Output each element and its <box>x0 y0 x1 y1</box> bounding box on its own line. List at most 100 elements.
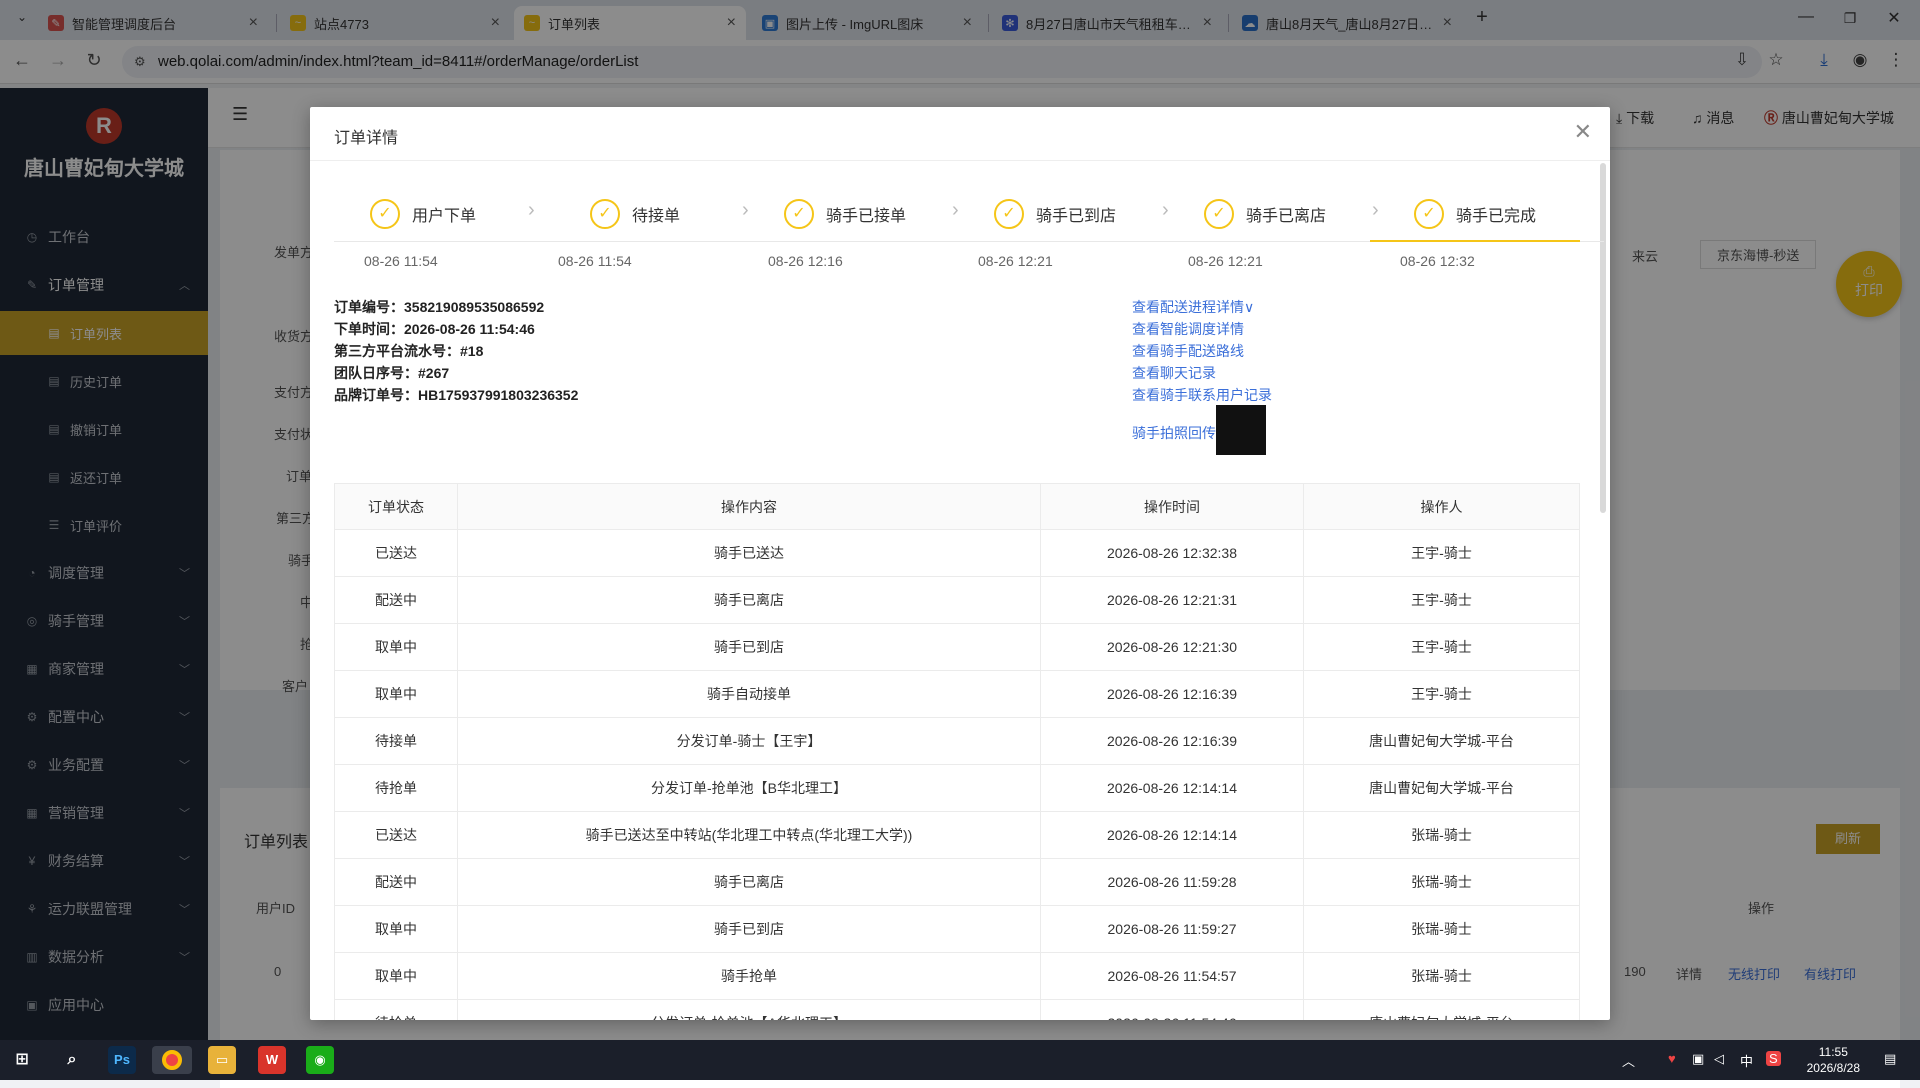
operator-cell: 张瑞-骑士 <box>1303 905 1580 953</box>
rider-contact-log-link[interactable]: 查看骑手联系用户记录 <box>1132 385 1272 405</box>
volume-icon[interactable]: ◁ <box>1714 1051 1724 1067</box>
operator-cell: 唐山曹妃甸大学城-平台 <box>1303 764 1580 812</box>
windows-taskbar: ⊞ ⌕ Ps ▭ W ◉ ︿ ♥ ▣ ◁ 中 S 11:55 2026/8/28… <box>0 1040 1920 1080</box>
check-circle-icon: ✓ <box>370 199 400 229</box>
brand-order-number: 品牌订单号：HB175937991803236352 <box>334 387 579 403</box>
operator-cell: 张瑞-骑士 <box>1303 952 1580 1000</box>
rider-route-link[interactable]: 查看骑手配送路线 <box>1132 341 1244 361</box>
photoshop-icon[interactable]: Ps <box>108 1046 136 1074</box>
status-cell: 待抢单 <box>334 999 458 1020</box>
step-time: 08-26 12:32 <box>1400 253 1475 269</box>
table-row: 取单中 骑手已到店 2026-08-26 12:21:30 王宇-骑士 <box>334 623 1580 671</box>
close-icon[interactable]: ✕ <box>1574 119 1592 145</box>
chevron-right-icon: › <box>528 199 535 221</box>
table-row: 取单中 骑手已到店 2026-08-26 11:59:27 张瑞-骑士 <box>334 905 1580 953</box>
operation-log-table: 订单状态 操作内容 操作时间 操作人 已送达 骑手已送达 2026-08-26 12… <box>334 483 1580 1020</box>
status-cell: 取单中 <box>334 952 458 1000</box>
smart-dispatch-link[interactable]: 查看智能调度详情 <box>1132 319 1244 339</box>
ime-indicator[interactable]: 中 <box>1740 1051 1753 1070</box>
table-row: 待抢单分发订单-抢单池【A华北理工】2026-08-26 11:54:46唐山曹… <box>334 999 1580 1020</box>
windows-start-icon[interactable]: ⊞ <box>8 1046 36 1074</box>
operation-cell: 骑手已到店 <box>457 905 1041 953</box>
status-cell: 配送中 <box>334 576 458 624</box>
table-body: 已送达 骑手已送达 2026-08-26 12:32:38 王宇-骑士 配送中 骑手已离店… <box>334 529 1580 1020</box>
status-cell: 取单中 <box>334 905 458 953</box>
table-row: 待接单 分发订单-骑士【王宇】 2026-08-26 12:16:39 唐山曹妃甸大学… <box>334 717 1580 765</box>
step-rider-completed: ✓ 骑手已完成 <box>1414 195 1536 233</box>
operation-cell: 分发订单-骑士【王宇】 <box>457 717 1041 765</box>
operator-cell: 张瑞-骑士 <box>1303 858 1580 906</box>
notification-icon[interactable]: ▤ <box>1884 1051 1896 1067</box>
order-detail-modal: 订单详情 ✕ ✓ 用户下单 › ✓ 待接单 › ✓ 骑手已接单 › ✓ 骑手已到… <box>310 107 1610 1020</box>
operator-cell: 唐山曹妃甸大学城-平台 <box>1303 717 1580 765</box>
step-rider-accepted: ✓ 骑手已接单 <box>784 195 906 233</box>
time-cell: 2026-08-26 12:16:39 <box>1040 670 1304 718</box>
status-cell: 已送达 <box>334 529 458 577</box>
network-icon[interactable]: ▣ <box>1692 1051 1704 1067</box>
operation-cell: 骑手已送达至中转站(华北理工中转点(华北理工大学)) <box>457 811 1041 859</box>
column-header: 订单状态 <box>334 483 458 530</box>
wechat-icon[interactable]: ◉ <box>306 1046 334 1074</box>
modal-title: 订单详情 <box>334 130 399 147</box>
status-cell: 待接单 <box>334 717 458 765</box>
order-number: 订单编号：358219089535086592 <box>334 299 545 315</box>
operator-cell: 王宇-骑士 <box>1303 576 1580 624</box>
check-circle-icon: ✓ <box>994 199 1024 229</box>
chevron-right-icon: › <box>1372 199 1379 221</box>
time-cell: 2026-08-26 12:21:30 <box>1040 623 1304 671</box>
operation-cell: 骑手已离店 <box>457 858 1041 906</box>
operator-cell: 王宇-骑士 <box>1303 529 1580 577</box>
table-row: 已送达 骑手已送达 2026-08-26 12:32:38 王宇-骑士 <box>334 529 1580 577</box>
order-time: 下单时间：2026-08-26 11:54:46 <box>334 321 535 337</box>
modal-header: 订单详情 ✕ <box>310 107 1610 161</box>
chevron-right-icon: › <box>952 199 959 221</box>
check-circle-icon: ✓ <box>1414 199 1444 229</box>
delivery-progress-link[interactable]: 查看配送进程详情∨ <box>1132 297 1254 317</box>
search-icon[interactable]: ⌕ <box>58 1046 86 1074</box>
operator-cell: 王宇-骑士 <box>1303 623 1580 671</box>
time-cell: 2026-08-26 11:54:57 <box>1040 952 1304 1000</box>
status-cell: 取单中 <box>334 670 458 718</box>
time-cell: 2026-08-26 12:14:14 <box>1040 764 1304 812</box>
rider-photo-thumbnail[interactable] <box>1216 405 1266 455</box>
time-cell: 2026-08-26 12:14:14 <box>1040 811 1304 859</box>
time-cell: 2026-08-26 11:59:28 <box>1040 858 1304 906</box>
operation-cell: 骑手自动接单 <box>457 670 1041 718</box>
step-time: 08-26 12:21 <box>978 253 1053 269</box>
file-explorer-icon[interactable]: ▭ <box>208 1046 236 1074</box>
step-time: 08-26 12:21 <box>1188 253 1263 269</box>
time-cell: 2026-08-26 11:54:46 <box>1040 999 1304 1020</box>
step-time: 08-26 12:16 <box>768 253 843 269</box>
check-circle-icon: ✓ <box>784 199 814 229</box>
chrome-icon[interactable] <box>152 1046 192 1074</box>
step-active-indicator <box>1370 240 1580 242</box>
sogou-icon[interactable]: S <box>1766 1051 1781 1066</box>
time-cell: 2026-08-26 12:21:31 <box>1040 576 1304 624</box>
table-row: 已送达 骑手已送达至中转站(华北理工中转点(华北理工大学)) 2026-08-26 … <box>334 811 1580 859</box>
step-rider-arrived: ✓ 骑手已到店 <box>994 195 1116 233</box>
status-cell: 待抢单 <box>334 764 458 812</box>
table-header-row: 订单状态 操作内容 操作时间 操作人 <box>334 483 1580 530</box>
chevron-up-icon[interactable]: ︿ <box>1622 1051 1635 1070</box>
modal-scrollbar[interactable] <box>1600 163 1606 513</box>
step-time: 08-26 11:54 <box>558 253 632 269</box>
operation-cell: 骑手已到店 <box>457 623 1041 671</box>
chevron-right-icon: › <box>742 199 749 221</box>
chevron-down-icon: ∨ <box>1244 299 1255 315</box>
operator-cell: 唐山曹妃甸大学城-平台 <box>1303 999 1580 1020</box>
status-cell: 取单中 <box>334 623 458 671</box>
operation-cell: 骑手已送达 <box>457 529 1041 577</box>
table-row: 配送中 骑手已离店 2026-08-26 12:21:31 王宇-骑士 <box>334 576 1580 624</box>
chat-log-link[interactable]: 查看聊天记录 <box>1132 363 1216 383</box>
operator-cell: 张瑞-骑士 <box>1303 811 1580 859</box>
operation-cell: 分发订单-抢单池【B华北理工】 <box>457 764 1041 812</box>
wps-icon[interactable]: W <box>258 1046 286 1074</box>
rider-photo-label[interactable]: 骑手拍照回传 <box>1132 423 1216 443</box>
table-row: 取单中 骑手抢单 2026-08-26 11:54:57 张瑞-骑士 <box>334 952 1580 1000</box>
team-day-number: 团队日序号：#267 <box>334 365 450 381</box>
check-circle-icon: ✓ <box>1204 199 1234 229</box>
tray-app-icon[interactable]: ♥ <box>1668 1051 1676 1066</box>
column-header: 操作时间 <box>1040 483 1304 530</box>
system-clock[interactable]: 11:55 2026/8/28 <box>1807 1044 1860 1076</box>
third-party-flow-number: 第三方平台流水号：#18 <box>334 343 484 359</box>
